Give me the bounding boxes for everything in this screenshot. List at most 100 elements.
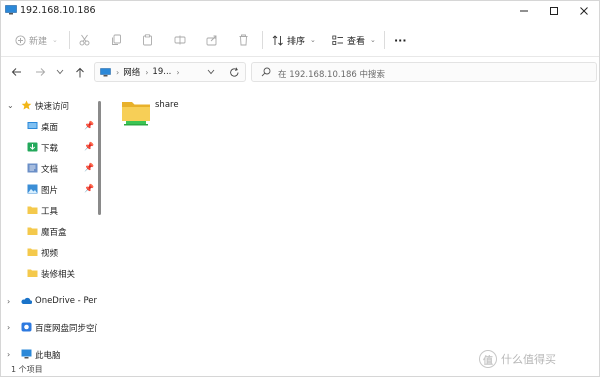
sidebar-item-renovation[interactable]: 装修相关 [1,264,97,284]
sidebar-item-label: 百度网盘同步空间 [35,324,97,334]
file-name: share [155,100,179,110]
cut-button[interactable] [79,31,90,49]
network-share-folder-icon [122,102,150,126]
plus-circle-icon [15,34,26,46]
breadcrumb-separator-icon: › [116,67,120,77]
address-bar[interactable]: › 网络 › 19... › [94,62,246,82]
folder-icon [27,206,38,214]
sidebar-item-videos[interactable]: 视频 [1,243,97,263]
folder-icon [27,227,38,235]
search-box[interactable]: 在 192.168.10.186 中搜索 [251,62,597,82]
chevron-down-icon: ⌄ [370,36,376,44]
title-bar: 192.168.10.186 [1,1,599,21]
trash-icon [239,34,248,46]
close-button[interactable] [569,1,599,21]
chevron-right-icon: › [7,323,11,332]
copy-button[interactable] [111,31,122,49]
baidu-netdisk-icon [21,322,32,332]
list-item[interactable]: share [121,97,201,131]
refresh-button[interactable] [226,63,242,81]
sort-label: 排序 [287,36,306,47]
arrow-up-icon [76,67,84,77]
paste-button[interactable] [142,31,153,49]
more-options-button[interactable]: ··· [394,31,407,49]
clipboard-icon [143,34,152,46]
pin-icon: 📌 [84,121,94,130]
explorer-window: 192.168.10.186 新建 ⌄ 排序 ⌄ 查看 ⌄ ··· › 网络 ›… [0,0,600,377]
sidebar-item-quick-access[interactable]: ⌄ 快速访问 [1,96,97,116]
watermark: 值 什么值得买 [479,350,556,368]
scissors-icon [79,34,90,46]
sort-icon [272,34,283,46]
breadcrumb-host[interactable]: 19... [152,67,171,77]
breadcrumb-network[interactable]: 网络 [123,66,140,78]
watermark-text: 什么值得买 [501,353,556,366]
share-button[interactable] [206,31,218,49]
sidebar-item-tools[interactable]: 工具 [1,201,97,221]
recent-locations-button[interactable] [52,63,68,81]
maximize-button[interactable] [539,1,569,21]
sidebar-item-this-pc[interactable]: › 此电脑 [1,345,97,363]
minimize-icon [520,10,528,12]
chevron-right-icon: › [7,297,11,306]
sidebar-item-label: 工具 [41,207,59,217]
sidebar-item-pictures[interactable]: 图片 📌 [1,180,97,200]
pictures-folder-icon [27,184,38,194]
network-computer-icon [5,5,17,15]
sidebar-item-desktop[interactable]: 桌面 📌 [1,117,97,137]
sidebar-item-mobaihe[interactable]: 魔百盒 [1,222,97,242]
sidebar-item-downloads[interactable]: 下载 📌 [1,138,97,158]
rename-icon [174,35,186,45]
folder-icon [27,269,38,277]
forward-button[interactable] [32,63,48,81]
arrow-right-icon [35,68,45,76]
computer-icon [21,349,32,359]
search-icon [261,67,271,77]
search-placeholder: 在 192.168.10.186 中搜索 [278,70,385,80]
address-dropdown-icon[interactable] [207,69,215,75]
chevron-right-icon: › [7,350,11,359]
divider [262,31,263,49]
view-button[interactable]: 查看 ⌄ [332,31,376,49]
chevron-down-icon: ⌄ [7,101,14,110]
watermark-badge: 值 [479,350,497,368]
pin-icon: 📌 [84,163,94,172]
view-label: 查看 [347,36,366,47]
new-button[interactable]: 新建 ⌄ [15,31,58,49]
rename-button[interactable] [174,31,186,49]
sidebar-item-label: 装修相关 [41,270,76,280]
nav-pane-scrollbar[interactable] [98,101,101,215]
up-button[interactable] [72,63,88,81]
divider [69,31,70,49]
command-bar: 新建 ⌄ 排序 ⌄ 查看 ⌄ ··· [1,23,599,57]
sort-button[interactable]: 排序 ⌄ [272,31,316,49]
chevron-down-icon: ⌄ [52,36,58,44]
delete-button[interactable] [238,31,249,49]
breadcrumb-separator-icon: › [145,67,149,77]
sidebar-item-label: OneDrive - Pers [35,296,97,306]
sidebar-item-onedrive[interactable]: › OneDrive - Pers [1,292,97,312]
view-list-icon [332,35,343,45]
navigation-pane: ⌄ 快速访问 桌面 📌 下载 📌 文档 📌 图片 📌 工具 魔百盒 视频 装修相… [1,91,105,363]
desktop-folder-icon [27,122,38,129]
back-button[interactable] [8,63,24,81]
file-list: share [109,91,597,363]
new-label: 新建 [29,36,48,47]
sidebar-item-baidu-netdisk[interactable]: › 百度网盘同步空间 [1,318,97,338]
maximize-icon [550,7,558,15]
sidebar-item-documents[interactable]: 文档 📌 [1,159,97,179]
pin-icon: 📌 [84,184,94,193]
folder-icon [27,248,38,256]
minimize-button[interactable] [509,1,539,21]
refresh-icon [229,67,238,77]
window-title: 192.168.10.186 [20,5,96,16]
sidebar-item-label: 桌面 [41,123,59,133]
sidebar-item-label: 图片 [41,186,59,196]
network-icon [100,67,111,76]
chevron-down-icon: ⌄ [310,36,316,44]
star-icon [21,100,32,110]
more-icon: ··· [394,33,407,47]
sidebar-item-label: 魔百盒 [41,228,67,238]
item-count: 1 个项目 [11,365,43,374]
close-icon [580,7,588,15]
